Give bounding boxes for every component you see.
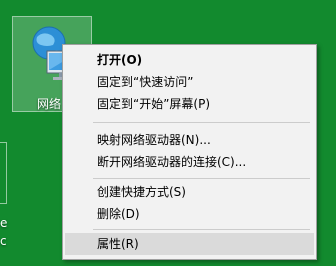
menu-item-disconnect-drive[interactable]: 断开网络驱动器的连接(C)... bbox=[65, 151, 314, 173]
menu-item-create-shortcut[interactable]: 创建快捷方式(S) bbox=[65, 181, 314, 203]
menu-separator bbox=[93, 178, 310, 179]
menu-item-pin-start[interactable]: 固定到“开始”屏幕(P) bbox=[65, 93, 314, 115]
desktop-icon-label: 网络 bbox=[37, 97, 62, 111]
menu-separator bbox=[93, 229, 310, 230]
menu-item-properties[interactable]: 属性(R) bbox=[65, 233, 314, 255]
context-menu: 打开(O) 固定到“快速访问” 固定到“开始”屏幕(P) 映射网络驱动器(N).… bbox=[62, 44, 317, 260]
menu-item-open[interactable]: 打开(O) bbox=[65, 49, 314, 71]
partial-window-frame bbox=[0, 142, 7, 204]
menu-item-pin-quick-access[interactable]: 固定到“快速访问” bbox=[65, 71, 314, 93]
partial-text: c bbox=[0, 234, 7, 248]
menu-item-map-drive[interactable]: 映射网络驱动器(N)... bbox=[65, 129, 314, 151]
partial-text: e bbox=[0, 216, 8, 230]
menu-item-delete[interactable]: 删除(D) bbox=[65, 203, 314, 225]
menu-separator bbox=[93, 122, 310, 123]
